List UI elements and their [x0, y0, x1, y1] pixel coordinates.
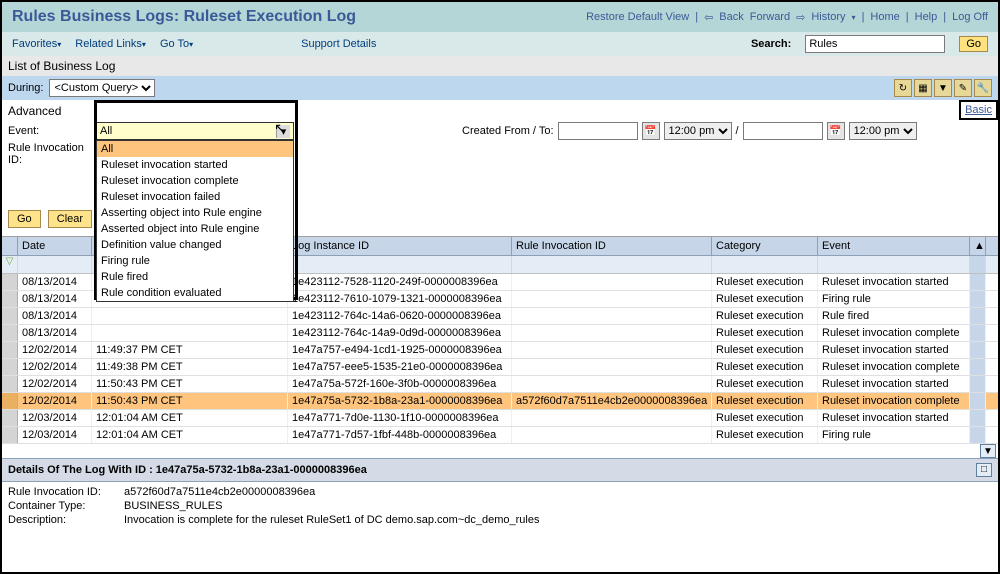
table-row[interactable]: 12/02/201411:50:43 PM CET1e47a75a-5732-1…	[2, 393, 998, 410]
table-row[interactable]: 12/02/201411:49:37 PM CET1e47a757-e494-1…	[2, 342, 998, 359]
table-row[interactable]: 12/02/201411:49:38 PM CET1e47a757-eee5-1…	[2, 359, 998, 376]
event-dropdown: AllRuleset invocation startedRuleset inv…	[96, 140, 294, 302]
details-title: Details Of The Log With ID : 1e47a75a-57…	[8, 464, 367, 476]
details-body: Rule Invocation ID:a572f60d7a7511e4cb2e0…	[2, 482, 998, 532]
event-option[interactable]: Ruleset invocation complete	[97, 173, 293, 189]
tools-icon[interactable]: 🔧	[974, 79, 992, 97]
rule-invocation-label: Rule Invocation ID:	[8, 142, 96, 166]
history-link[interactable]: History	[811, 11, 845, 23]
calendar-to-icon[interactable]: 📅	[827, 122, 845, 140]
event-option[interactable]: All	[97, 141, 293, 157]
help-link[interactable]: Help	[915, 11, 938, 23]
search-label: Search:	[751, 38, 791, 50]
go-button[interactable]: Go	[8, 210, 41, 228]
detail-desc-label: Description:	[8, 514, 124, 526]
page-title: Rules Business Logs: Ruleset Execution L…	[12, 8, 356, 26]
clear-button[interactable]: Clear	[48, 210, 92, 228]
table-row[interactable]: 12/03/201412:01:04 AM CET1e47a771-7d0e-1…	[2, 410, 998, 427]
scroll-down-icon[interactable]: ▼	[980, 444, 996, 458]
date-to-input[interactable]	[743, 122, 823, 140]
detail-desc-value: Invocation is complete for the ruleset R…	[124, 514, 539, 526]
nav-favorites[interactable]: Favorites▾	[12, 38, 61, 50]
col-category[interactable]: Category	[712, 237, 818, 255]
created-label: Created From / To:	[462, 125, 554, 137]
during-label: During:	[8, 82, 43, 94]
forward-arrow-icon[interactable]: ⇨	[796, 11, 805, 24]
query-bar: During: <Custom Query> ↻ ▦ ▼ ✎ 🔧 Basic	[2, 76, 998, 100]
detail-container-label: Container Type:	[8, 500, 124, 512]
nav-support[interactable]: Support Details	[301, 38, 376, 50]
nav-related[interactable]: Related Links▾	[75, 38, 146, 50]
export-icon[interactable]: ▦	[914, 79, 932, 97]
advanced-title: Advanced	[8, 104, 992, 118]
event-select[interactable]: All▾	[96, 122, 294, 140]
event-option[interactable]: Definition value changed	[97, 237, 293, 253]
col-event[interactable]: Event	[818, 237, 970, 255]
created-from-to: Created From / To: 📅 12:00 pm / 📅 12:00 …	[462, 122, 917, 140]
during-select[interactable]: <Custom Query>	[49, 79, 155, 97]
header-links: Restore Default View | ⇦ Back Forward ⇨ …	[586, 11, 988, 24]
time-from-select[interactable]: 12:00 pm	[664, 122, 732, 140]
calendar-from-icon[interactable]: 📅	[642, 122, 660, 140]
search-input[interactable]	[805, 35, 945, 53]
detail-container-value: BUSINESS_RULES	[124, 500, 222, 512]
toolbar-icons: ↻ ▦ ▼ ✎ 🔧	[894, 79, 992, 97]
date-from-input[interactable]	[558, 122, 638, 140]
home-link[interactable]: Home	[870, 11, 899, 23]
event-label: Event:	[8, 125, 96, 137]
detail-ruleinv-label: Rule Invocation ID:	[8, 486, 124, 498]
time-to-select[interactable]: 12:00 pm	[849, 122, 917, 140]
restore-default-link[interactable]: Restore Default View	[586, 11, 689, 23]
col-logid[interactable]: Log Instance ID	[288, 237, 512, 255]
settings-icon[interactable]: ✎	[954, 79, 972, 97]
advanced-area: Advanced Event: All▾ AllRuleset invocati…	[2, 100, 998, 236]
col-ruleinv[interactable]: Rule Invocation ID	[512, 237, 712, 255]
dropdown-arrow-icon[interactable]: ▾	[276, 125, 290, 138]
forward-link[interactable]: Forward	[750, 11, 790, 23]
filter-icon[interactable]: ▽	[2, 256, 18, 273]
detail-ruleinv-value: a572f60d7a7511e4cb2e0000008396ea	[124, 486, 315, 498]
event-option[interactable]: Firing rule	[97, 253, 293, 269]
table-row[interactable]: 08/13/20141e423112-764c-14a9-0d9d-000000…	[2, 325, 998, 342]
details-header: Details Of The Log With ID : 1e47a75a-57…	[2, 458, 998, 482]
table-row[interactable]: 12/02/201411:50:43 PM CET1e47a75a-572f-1…	[2, 376, 998, 393]
nav-bar: Favorites▾ Related Links▾ Go To▾ Support…	[2, 32, 998, 56]
event-option[interactable]: Asserting object into Rule engine	[97, 205, 293, 221]
back-arrow-icon[interactable]: ⇦	[704, 11, 713, 24]
event-option[interactable]: Rule condition evaluated	[97, 285, 293, 301]
logoff-link[interactable]: Log Off	[952, 11, 988, 23]
event-option[interactable]: Ruleset invocation failed	[97, 189, 293, 205]
back-link[interactable]: Back	[719, 11, 743, 23]
search-go-button[interactable]: Go	[959, 36, 988, 52]
nav-goto[interactable]: Go To▾	[160, 38, 193, 50]
scroll-up-icon[interactable]: ▲	[970, 237, 986, 255]
table-row[interactable]: 12/03/201412:01:04 AM CET1e47a771-7d57-1…	[2, 427, 998, 444]
filter-icon[interactable]: ▼	[934, 79, 952, 97]
event-option[interactable]: Rule fired	[97, 269, 293, 285]
refresh-icon[interactable]: ↻	[894, 79, 912, 97]
list-title: List of Business Log	[2, 56, 998, 76]
header-bar: Rules Business Logs: Ruleset Execution L…	[2, 2, 998, 32]
table-row[interactable]: 08/13/20141e423112-764c-14a6-0620-000000…	[2, 308, 998, 325]
event-option[interactable]: Asserted object into Rule engine	[97, 221, 293, 237]
collapse-icon[interactable]: □	[976, 463, 992, 477]
col-date[interactable]: Date	[18, 237, 92, 255]
event-option[interactable]: Ruleset invocation started	[97, 157, 293, 173]
